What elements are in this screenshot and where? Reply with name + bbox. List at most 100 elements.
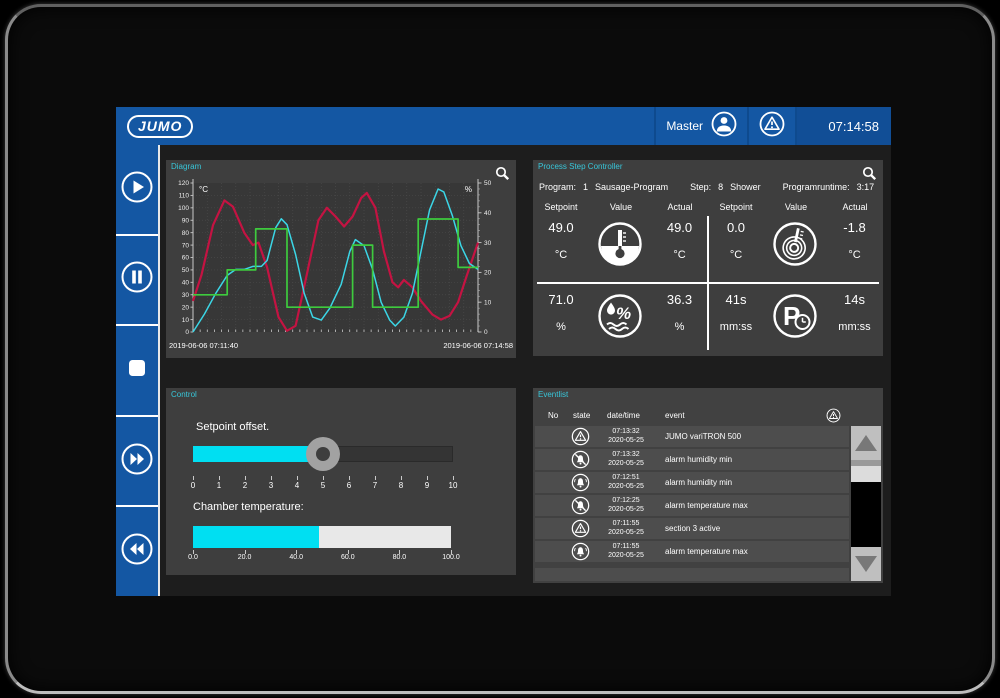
bell-off-icon bbox=[571, 496, 590, 520]
tick-label: 40.0 bbox=[289, 554, 303, 561]
event-row[interactable]: 07:13:322020-05-25 alarm humidity min bbox=[535, 449, 849, 470]
actual-readout: 49.0 °C bbox=[651, 220, 708, 268]
header-bar: JUMO Master bbox=[116, 107, 891, 145]
tick-mark bbox=[219, 476, 220, 480]
tick-label: 6 bbox=[347, 481, 351, 490]
setpoint-readout: 71.0 % bbox=[533, 292, 589, 340]
svg-text:60: 60 bbox=[182, 255, 190, 262]
step-name: Shower bbox=[730, 182, 761, 192]
tick-mark bbox=[297, 476, 298, 480]
svg-text:°C: °C bbox=[199, 185, 208, 194]
event-row[interactable]: 07:12:512020-05-25alarm humidity min bbox=[535, 472, 849, 493]
program-number: 1 bbox=[583, 182, 588, 192]
tick-label: 5 bbox=[321, 481, 325, 490]
alert-icon bbox=[571, 519, 590, 543]
runtime-label: Programruntime: bbox=[783, 182, 850, 192]
alarm-button[interactable] bbox=[749, 107, 795, 145]
event-datetime: 07:11:552020-05-25 bbox=[593, 543, 659, 560]
scrollbar-track[interactable] bbox=[851, 482, 881, 547]
event-datetime: 07:12:252020-05-25 bbox=[593, 497, 659, 514]
control-panel: Control Setpoint offset. 012345678910 Ch… bbox=[166, 388, 516, 575]
slider-knob[interactable] bbox=[306, 437, 340, 471]
eventlist-header: No state date/time event bbox=[535, 408, 881, 424]
setpoint-offset-label: Setpoint offset. bbox=[196, 421, 269, 433]
event-row[interactable]: 07:11:552020-05-25section 3 active bbox=[535, 518, 849, 539]
svg-text:40: 40 bbox=[182, 280, 190, 287]
user-button[interactable]: Master bbox=[656, 107, 747, 145]
user-name: Master bbox=[666, 119, 703, 133]
bell-icon bbox=[571, 473, 590, 497]
tick-label: 60.0 bbox=[341, 554, 355, 561]
svg-text:10: 10 bbox=[484, 299, 492, 306]
stop-button[interactable] bbox=[116, 326, 158, 417]
tick-label: 0.0 bbox=[188, 554, 198, 561]
step-label: Step: bbox=[690, 182, 711, 192]
svg-text:0: 0 bbox=[185, 329, 189, 336]
setpoint-readout: 0.0 °C bbox=[708, 220, 764, 268]
sidebar bbox=[116, 145, 160, 596]
svg-text:120: 120 bbox=[178, 180, 189, 187]
scroll-down-button[interactable] bbox=[851, 547, 881, 581]
svg-text:50: 50 bbox=[484, 180, 492, 187]
svg-text:40: 40 bbox=[484, 210, 492, 217]
chamber-temperature-icon bbox=[589, 220, 651, 268]
svg-text:30: 30 bbox=[484, 240, 492, 247]
setpoint-readout: 41s mm:ss bbox=[708, 292, 764, 340]
bar-scale: 0.020.040.060.080.0100.0 bbox=[166, 550, 516, 564]
panel-title: Control bbox=[171, 390, 197, 399]
col-setpoint: Setpoint bbox=[719, 202, 752, 212]
event-row[interactable]: 07:13:322020-05-25 JUMO variTRON 500 bbox=[535, 426, 849, 447]
tick-label: 1 bbox=[217, 481, 221, 490]
svg-text:80: 80 bbox=[182, 230, 190, 237]
chamber-temperature-label: Chamber temperature: bbox=[193, 501, 304, 513]
tick-mark bbox=[349, 476, 350, 480]
tick-mark bbox=[401, 476, 402, 480]
alert-icon bbox=[571, 427, 590, 451]
col-event: event bbox=[665, 411, 685, 420]
col-value: Value bbox=[785, 202, 807, 212]
diagram-panel: Diagram 01020304050607080901001101200102… bbox=[166, 160, 516, 358]
clock: 07:14:58 bbox=[797, 107, 891, 145]
eventlist-panel: Eventlist No state date/time event 07:13… bbox=[533, 388, 883, 583]
event-text: alarm temperature max bbox=[665, 541, 748, 562]
pause-icon bbox=[120, 260, 154, 299]
program-time-icon: P bbox=[764, 292, 826, 340]
slider-scale: 012345678910 bbox=[166, 476, 516, 492]
runtime-value: 3:17 bbox=[857, 182, 875, 192]
event-text: JUMO variTRON 500 bbox=[665, 426, 741, 447]
alarm-icon bbox=[826, 408, 841, 425]
actual-readout: 36.3 % bbox=[651, 292, 708, 340]
event-row[interactable]: 07:12:252020-05-25alarm temperature max bbox=[535, 495, 849, 516]
actual-readout: -1.8 °C bbox=[826, 220, 883, 268]
col-no: No bbox=[548, 411, 558, 420]
tick-label: 4 bbox=[295, 481, 299, 490]
col-datetime: date/time bbox=[607, 411, 640, 420]
program-info: Program:1Sausage-ProgramStep:8ShowerProg… bbox=[539, 182, 879, 192]
play-button[interactable] bbox=[116, 145, 158, 236]
core-temperature-icon bbox=[764, 220, 826, 268]
event-text: alarm humidity min bbox=[665, 472, 732, 493]
trend-chart[interactable]: 010203040506070809010011012001020304050°… bbox=[166, 160, 516, 358]
tick-label: 8 bbox=[399, 481, 403, 490]
svg-text:20: 20 bbox=[484, 270, 492, 277]
setpoint-readout: 49.0 °C bbox=[533, 220, 589, 268]
event-text: alarm humidity min bbox=[665, 449, 732, 470]
tick-mark bbox=[323, 476, 324, 480]
step-number: 8 bbox=[718, 182, 723, 192]
scrollbar-thumb[interactable] bbox=[851, 466, 881, 482]
program-label: Program: bbox=[539, 182, 576, 192]
svg-text:%: % bbox=[616, 304, 631, 323]
event-datetime: 07:13:322020-05-25 bbox=[593, 451, 659, 468]
arrow-down-icon bbox=[855, 556, 877, 572]
rewind-button[interactable] bbox=[116, 507, 158, 596]
rewind-icon bbox=[120, 532, 154, 571]
chamber-temperature-bar bbox=[193, 526, 451, 548]
user-icon bbox=[711, 111, 737, 142]
event-datetime: 07:13:322020-05-25 bbox=[593, 428, 659, 445]
scroll-up-button[interactable] bbox=[851, 426, 881, 460]
pause-button[interactable] bbox=[116, 236, 158, 327]
fast-forward-button[interactable] bbox=[116, 417, 158, 508]
x-axis-end-label: 2019-06-06 07:14:58 bbox=[443, 341, 513, 350]
tick-mark bbox=[193, 476, 194, 480]
event-row[interactable]: 07:11:552020-05-25 alarm temperature max bbox=[535, 541, 849, 562]
